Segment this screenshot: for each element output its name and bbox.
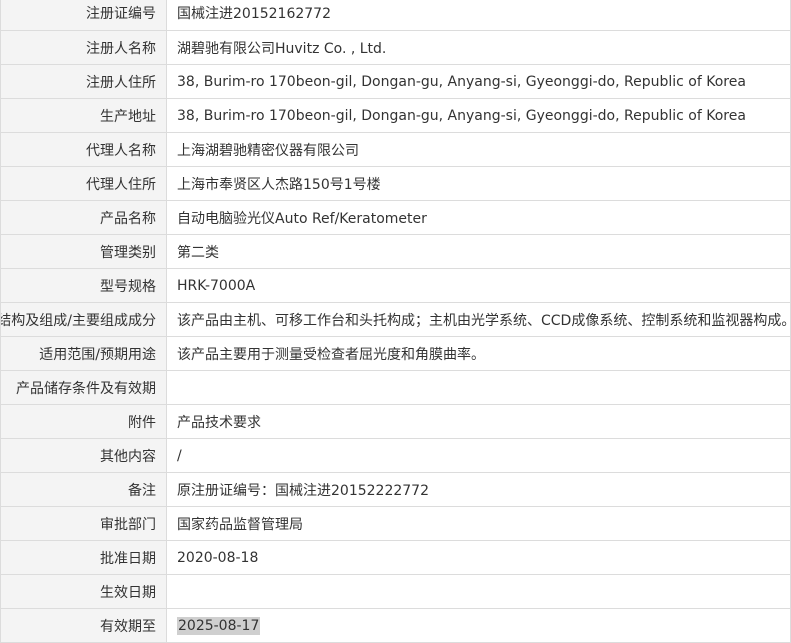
row-product-name: 产品名称 自动电脑验光仪Auto Ref/Keratometer (0, 200, 791, 235)
row-registration-number: 注册证编号 国械注进20152162772 (0, 0, 791, 31)
label-agent-address: 代理人住所 (0, 166, 167, 201)
label-registrant-name: 注册人名称 (0, 30, 167, 65)
row-agent-address: 代理人住所 上海市奉贤区人杰路150号1号楼 (0, 166, 791, 201)
label-structure-composition: 结构及组成/主要组成成分 (0, 302, 167, 337)
value-attachment: 产品技术要求 (166, 404, 791, 439)
value-management-category: 第二类 (166, 234, 791, 269)
label-remarks: 备注 (0, 472, 167, 507)
row-approval-department: 审批部门 国家药品监督管理局 (0, 506, 791, 541)
label-intended-use: 适用范围/预期用途 (0, 336, 167, 371)
label-product-name: 产品名称 (0, 200, 167, 235)
row-registrant-address: 注册人住所 38, Burim-ro 170beon-gil, Dongan-g… (0, 64, 791, 99)
row-production-address: 生产地址 38, Burim-ro 170beon-gil, Dongan-gu… (0, 98, 791, 133)
value-registrant-address: 38, Burim-ro 170beon-gil, Dongan-gu, Any… (166, 64, 791, 99)
label-other-content: 其他内容 (0, 438, 167, 473)
value-approval-date: 2020-08-18 (166, 540, 791, 575)
label-production-address: 生产地址 (0, 98, 167, 133)
value-product-name: 自动电脑验光仪Auto Ref/Keratometer (166, 200, 791, 235)
value-remarks: 原注册证编号：国械注进20152222772 (166, 472, 791, 507)
row-effective-date: 生效日期 (0, 574, 791, 609)
label-storage-conditions: 产品储存条件及有效期 (0, 370, 167, 405)
label-agent-name: 代理人名称 (0, 132, 167, 167)
value-model-spec: HRK-7000A (166, 268, 791, 303)
value-registration-number: 国械注进20152162772 (166, 0, 791, 31)
row-intended-use: 适用范围/预期用途 该产品主要用于测量受检查者屈光度和角膜曲率。 (0, 336, 791, 371)
row-management-category: 管理类别 第二类 (0, 234, 791, 269)
value-other-content: / (166, 438, 791, 473)
row-valid-until: 有效期至 2025-08-17 (0, 608, 791, 643)
row-remarks: 备注 原注册证编号：国械注进20152222772 (0, 472, 791, 507)
row-structure-composition: 结构及组成/主要组成成分 该产品由主机、可移工作台和头托构成；主机由光学系统、C… (0, 302, 791, 337)
value-intended-use: 该产品主要用于测量受检查者屈光度和角膜曲率。 (166, 336, 791, 371)
label-attachment: 附件 (0, 404, 167, 439)
registration-detail-table: 注册证编号 国械注进20152162772 注册人名称 湖碧驰有限公司Huvit… (0, 0, 791, 643)
label-effective-date: 生效日期 (0, 574, 167, 609)
value-production-address: 38, Burim-ro 170beon-gil, Dongan-gu, Any… (166, 98, 791, 133)
label-approval-date: 批准日期 (0, 540, 167, 575)
value-storage-conditions (166, 370, 791, 405)
value-structure-composition: 该产品由主机、可移工作台和头托构成；主机由光学系统、CCD成像系统、控制系统和监… (166, 302, 791, 337)
label-model-spec: 型号规格 (0, 268, 167, 303)
row-approval-date: 批准日期 2020-08-18 (0, 540, 791, 575)
label-approval-department: 审批部门 (0, 506, 167, 541)
row-registrant-name: 注册人名称 湖碧驰有限公司Huvitz Co. , Ltd. (0, 30, 791, 65)
value-effective-date (166, 574, 791, 609)
label-valid-until: 有效期至 (0, 608, 167, 643)
label-management-category: 管理类别 (0, 234, 167, 269)
row-agent-name: 代理人名称 上海湖碧驰精密仪器有限公司 (0, 132, 791, 167)
value-valid-until: 2025-08-17 (177, 616, 261, 635)
value-approval-department: 国家药品监督管理局 (166, 506, 791, 541)
row-attachment: 附件 产品技术要求 (0, 404, 791, 439)
row-storage-conditions: 产品储存条件及有效期 (0, 370, 791, 405)
value-valid-until-cell: 2025-08-17 (166, 608, 791, 643)
value-registrant-name: 湖碧驰有限公司Huvitz Co. , Ltd. (166, 30, 791, 65)
value-agent-name: 上海湖碧驰精密仪器有限公司 (166, 132, 791, 167)
row-model-spec: 型号规格 HRK-7000A (0, 268, 791, 303)
value-agent-address: 上海市奉贤区人杰路150号1号楼 (166, 166, 791, 201)
row-other-content: 其他内容 / (0, 438, 791, 473)
label-registrant-address: 注册人住所 (0, 64, 167, 99)
label-registration-number: 注册证编号 (0, 0, 167, 31)
